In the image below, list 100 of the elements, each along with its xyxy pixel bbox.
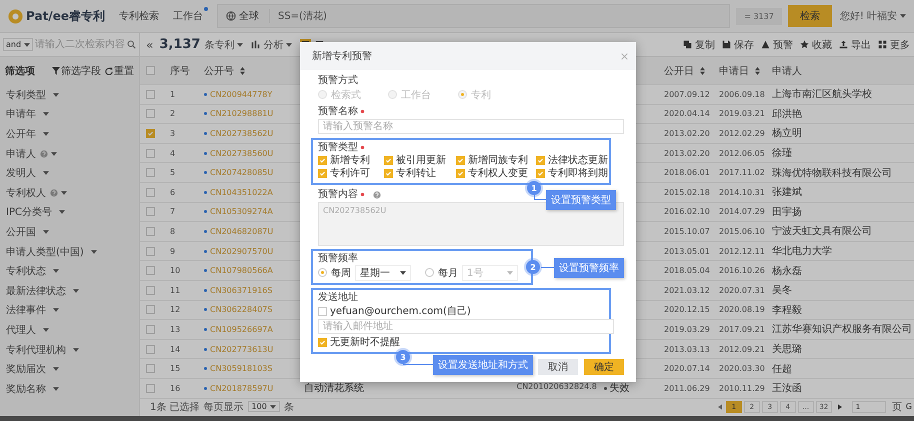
field-label: 预警类型 [318,141,358,154]
table-cell-text: 2012.12.11 [718,246,766,256]
table-cell-text: 李程毅 [771,304,803,317]
status-label: 失效 [604,381,630,396]
page-size-label: 每页显示 [204,400,244,414]
checkbox-label: 专利即将到期 [548,167,608,180]
table-cell-text: 2015.02.18 [663,188,711,197]
table-cell-text: 王汝函 [771,382,803,396]
table-cell-text: 华北电力大学 [771,244,833,258]
table-cell-text: 任超 [771,362,793,376]
table-cell-text: 2015.10.07 [663,226,711,236]
table-cell-text: 2012.02.29 [718,128,766,138]
table-cell-text: 2020.03.30 [718,364,766,374]
field-label: 预警方式 [318,74,359,87]
table-cell-text: 杨立明 [771,126,803,140]
field-label: 发送地址 [318,291,359,304]
table-cell-text: 宁波天虹文具有限公司 [771,224,873,238]
table-cell-text: 5 [169,168,176,178]
radio-label: 专利 [471,88,491,102]
table-cell-text: 邱洪艳 [771,108,803,121]
table-cell-text: 2019.03.21 [718,109,766,118]
table-cell-text: 2007.09.12 [663,90,711,99]
table-cell-text: 杨永磊 [771,264,803,278]
table-cell-text: 珠海优特物联科技有限公司 [771,166,893,180]
table-cell-text: 2014.07.29 [718,207,766,216]
table-cell-text: 14 [169,344,182,354]
table-cell-text: 4 [169,148,176,158]
table-cell-text: 2016.10.26 [718,266,766,276]
table-cell-text: 3 [169,128,176,138]
checkbox-label: 专利转让 [396,167,436,180]
step-badge: 3 [396,350,410,364]
table-cell-text: 2019.03.29 [663,324,711,334]
table-cell-text: 2 [169,109,176,118]
field-label: 预警内容 [318,188,358,201]
table-cell-text: 徐瑾 [771,146,793,160]
table-cell-text: 2013.02.20 [663,148,711,158]
table-cell-text: 2015.06.10 [718,226,766,236]
table-cell-text: 江苏华赛知识产权服务有限公司 [771,322,913,336]
radio-label: 每月 [438,266,458,280]
table-cell-text: 11 [169,286,182,295]
table-cell-text: 2014.10.31 [718,188,766,197]
table-cell-text: 8 [169,226,176,236]
step-badge: 2 [526,260,540,274]
field-label: 预警名称 [318,105,358,118]
table-cell-text: 2020.12.15 [663,305,711,314]
result-count: = 3137 [736,8,782,24]
table-cell-text: 2018.05.04 [663,266,711,276]
table-cell-text: 2021.03.12 [663,286,711,295]
checkbox-label: 专利许可 [330,167,370,180]
checkbox-label: 专利权人变更 [468,167,528,180]
table-cell-text: 2020.04.14 [663,109,711,118]
dialog-title: 新增专利预警 [312,50,372,63]
table-cell-text: 15 [169,364,182,374]
table-cell-text: 6 [169,188,176,197]
table-cell-text: 关思璐 [771,342,803,356]
step-badge: 1 [527,181,541,195]
logo-text: Pat/ee睿专利 [26,8,105,24]
table-cell-text: 2013.05.01 [663,246,711,256]
table-cell-text: 自动清花系统 [304,382,364,396]
callout-label: 设置发送地址和方式 [433,355,533,375]
table-cell-text: 2018.06.01 [663,168,711,178]
table-cell-text: 2020.07.14 [663,364,711,374]
checkbox-label: 新增专利 [330,154,370,167]
query-text: SS=(清花) [278,10,327,23]
table-cell-text: 7 [169,207,176,216]
table-cell-text: 12 [169,305,182,314]
table-cell-text: 10 [169,266,182,276]
table-cell-text: 13 [169,324,182,334]
table-cell: CN201020632824.8 [516,382,597,392]
table-cell-text: 2017.11.02 [718,168,766,178]
field-label: 预警频率 [318,252,359,265]
callout-label: 设置预警类型 [546,190,616,210]
table-cell-text: 吴冬 [771,284,793,298]
page-size-unit: 条 [284,400,294,414]
selected-count: 1条 已选择 [150,400,200,414]
radio-label: 检索式 [331,88,361,102]
radio-label: 每周 [331,266,351,280]
table-cell-text: 16 [169,384,182,393]
table-cell-text: 2013.03.13 [663,344,711,354]
checkbox-label: 无更新时不提醒 [330,336,400,348]
table-cell-text: 2010.11.29 [718,384,766,393]
checkbox-label: 法律状态更新 [548,154,608,167]
table-cell-text: 2012.06.05 [718,148,766,158]
checkbox-label: 被引用更新 [396,154,446,167]
table-cell-text: 2013.02.20 [663,128,711,138]
table-cell-text: 2016.02.10 [663,207,711,216]
table-cell-text: 2011.06.29 [663,384,711,393]
table-cell-text: 1 [169,90,176,99]
patent-total: 3,137 [159,37,200,52]
table-cell-text: 张建斌 [771,186,803,200]
table-cell-text: 2006.09.18 [718,90,766,99]
table-cell-text: 2020.08.19 [718,305,766,314]
checkbox-label: yefuan@ourchem.com(自己) [330,304,471,318]
table-cell-text: 田宇扬 [771,206,803,219]
table-cell-text: 2017.09.21 [718,324,766,334]
filter-title: 筛选项 [5,64,35,78]
table-cell-text: 2020.07.31 [718,286,766,295]
page-unit: 页 [892,400,902,414]
checkbox-label: 新增同族专利 [468,154,528,167]
table-cell-text: 上海市南汇区航头学校 [771,88,873,102]
